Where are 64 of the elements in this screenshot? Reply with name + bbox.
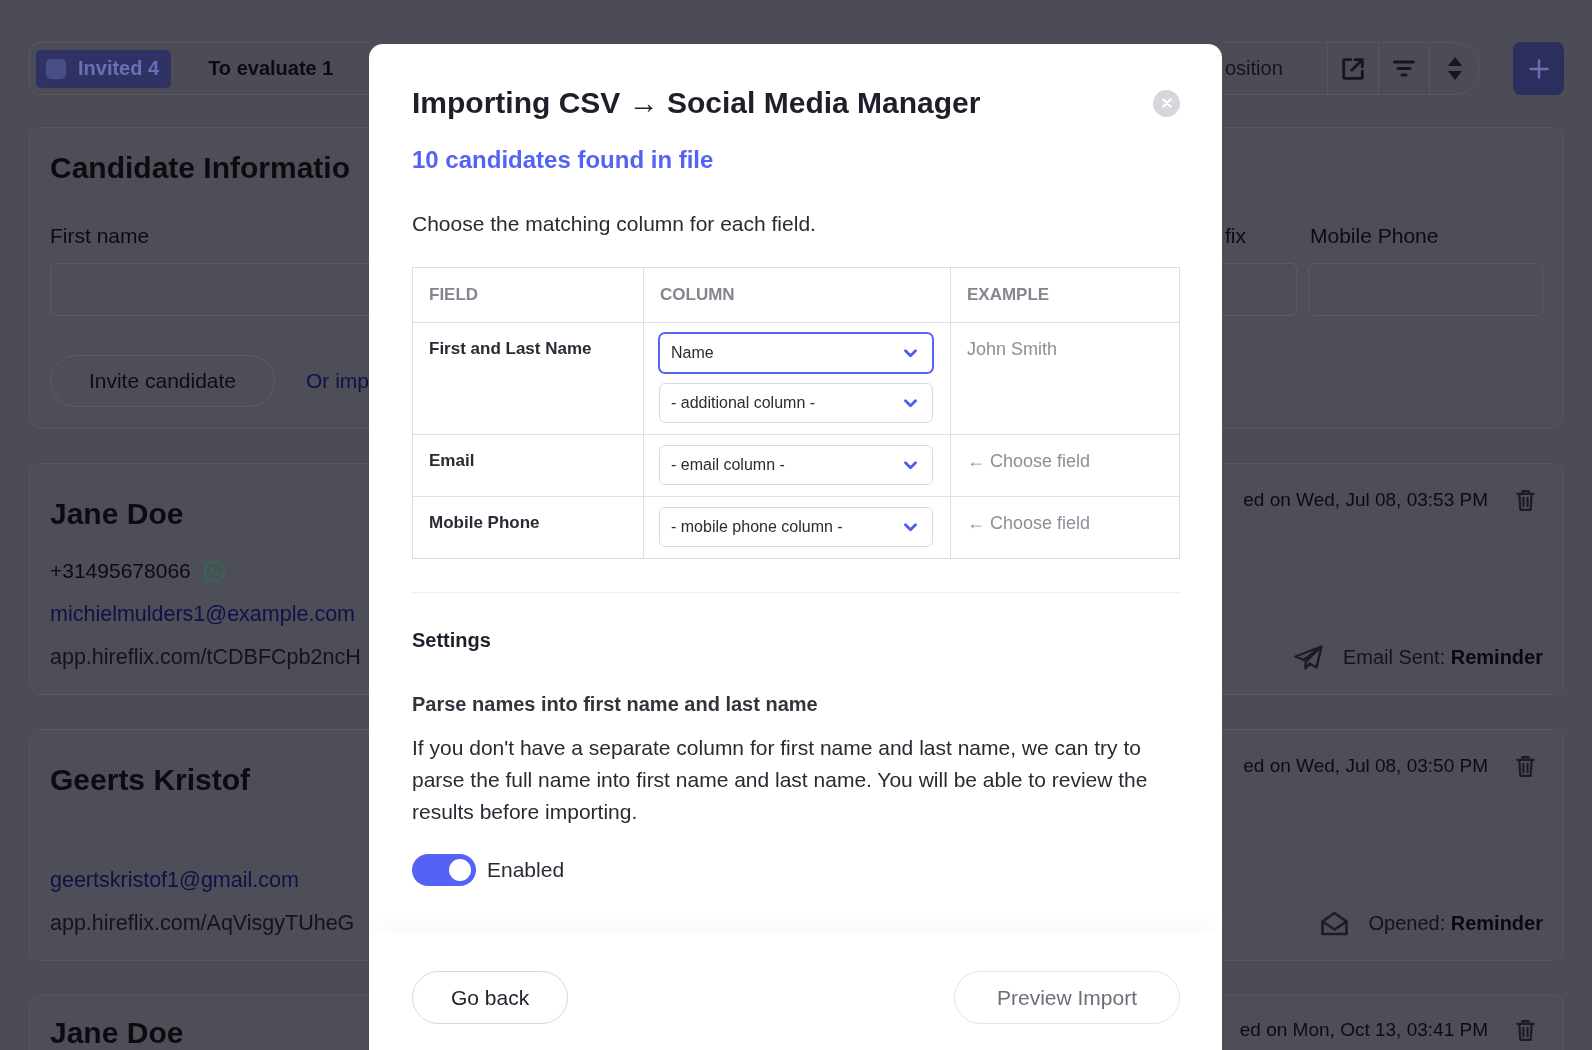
column-header: COLUMN	[660, 284, 736, 306]
dialog-button[interactable]: Go back	[412, 971, 569, 1024]
toolbar-button[interactable]	[1327, 42, 1378, 95]
column-select[interactable]: - mobile phone column -	[659, 507, 933, 547]
plus-icon	[1528, 58, 1549, 79]
column-select[interactable]: - additional column -	[659, 383, 933, 423]
field-label: First name	[50, 224, 151, 248]
import-link[interactable]: Or imp	[306, 369, 369, 393]
chevron-icon	[904, 522, 917, 532]
interview-link[interactable]: app.hireflix.com/tCDBFCpb2ncH	[50, 644, 361, 670]
close-icon	[1161, 98, 1172, 108]
invite-date: ed on Mon, Oct 13, 03:41 PM	[1239, 1018, 1488, 1042]
input-field[interactable]	[1223, 263, 1297, 316]
add-button[interactable]	[1513, 42, 1564, 95]
square-icon	[46, 58, 66, 79]
phone-number: +31495678066	[50, 558, 191, 584]
activity-status: Opened: Reminder	[1368, 911, 1543, 936]
filter-icon	[1393, 60, 1415, 77]
activity-status: Email Sent: Reminder	[1342, 645, 1543, 670]
sort-icon	[1447, 57, 1462, 80]
column-header: FIELD	[429, 284, 480, 306]
column-select[interactable]: Name	[659, 333, 933, 373]
column-header: EXAMPLE	[967, 284, 1051, 306]
toolbar-button[interactable]	[1378, 42, 1429, 95]
setting-description: If you don't have a separate column for first name and last name, we can try to parse the full name into first name and last name. You will be able to review the results before importing.	[412, 735, 1149, 825]
example-text: John Smith	[967, 338, 1059, 360]
field-name: First and Last Name	[429, 338, 593, 360]
example-text: ← Choose field	[967, 450, 1092, 472]
interview-link[interactable]: app.hireflix.com/AqVisgyTUheG	[50, 910, 355, 936]
email-link[interactable]: michielmulders1@example.com	[50, 601, 355, 627]
example-text: ← Choose field	[967, 512, 1092, 534]
paper-plane-icon	[1293, 644, 1323, 670]
close-button[interactable]	[1153, 89, 1180, 117]
input-field[interactable]	[50, 263, 369, 316]
chevron-icon	[904, 348, 917, 358]
candidate-name: Jane Doe	[50, 496, 185, 532]
dialog-title: Importing CSV → Social Media Manager	[412, 85, 981, 121]
status-tab[interactable]: To evaluate 1	[198, 49, 346, 88]
field-label: Mobile Phone	[1309, 224, 1440, 248]
status-tab[interactable]: Invited 4	[36, 49, 172, 88]
section-title: Settings	[412, 628, 492, 653]
trash-icon[interactable]	[1516, 1019, 1535, 1041]
chevron-icon	[904, 460, 917, 470]
column-select[interactable]: - email column -	[659, 445, 933, 485]
toggle-label: Enabled	[487, 857, 565, 883]
trash-icon[interactable]	[1516, 755, 1535, 777]
search-field[interactable]: osition	[1223, 42, 1327, 95]
field-name: Mobile Phone	[429, 512, 541, 534]
toggle-switch[interactable]	[412, 854, 476, 886]
external-link-icon	[1342, 57, 1364, 80]
invite-date: ed on Wed, Jul 08, 03:53 PM	[1243, 488, 1488, 512]
candidate-count: 10 candidates found in file	[412, 145, 715, 175]
trash-icon[interactable]	[1516, 489, 1535, 511]
setting-title: Parse names into first name and last name	[412, 692, 819, 717]
section-title: Candidate Informatio	[50, 151, 351, 185]
invite-date: ed on Wed, Jul 08, 03:50 PM	[1243, 754, 1488, 778]
field-name: Email	[429, 450, 476, 472]
chevron-icon	[904, 398, 917, 408]
field-label: fix	[1224, 224, 1247, 248]
candidate-name: Jane Doe	[50, 1016, 185, 1050]
candidate-name: Geerts Kristof	[50, 762, 252, 798]
envelope-icon	[1321, 910, 1349, 936]
email-link[interactable]: geertskristof1@gmail.com	[50, 867, 299, 893]
instruction-text: Choose the matching column for each field.	[412, 211, 817, 237]
